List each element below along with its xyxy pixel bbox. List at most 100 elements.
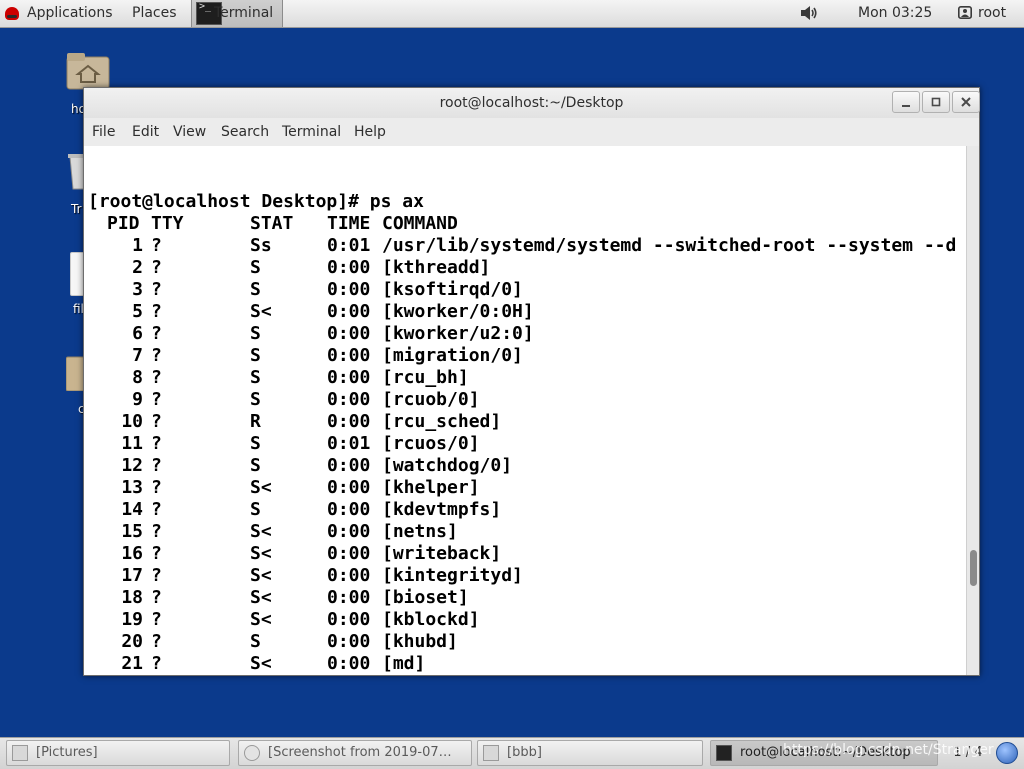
process-command: [bioset] [382, 587, 469, 608]
redhat-logo-icon[interactable] [5, 7, 19, 20]
process-pid: 8 [132, 367, 143, 388]
process-tty: ? [151, 257, 162, 278]
process-time: 0:00 [327, 411, 371, 432]
title-bar[interactable]: root@localhost:~/Desktop [84, 88, 980, 118]
process-command: [kworker/0:0H] [382, 301, 534, 322]
process-pid: 21 [121, 653, 143, 674]
process-tty: ? [151, 565, 162, 586]
taskbar-item-pictures[interactable]: [Pictures] [6, 740, 230, 766]
process-pid: 20 [121, 631, 143, 652]
process-pid: 2 [132, 257, 143, 278]
process-command: [kworker/u2:0] [382, 323, 534, 344]
image-viewer-icon [244, 745, 260, 761]
menu-file[interactable]: File [92, 118, 115, 146]
places-menu[interactable]: Places [132, 0, 177, 27]
scrollbar-thumb[interactable] [970, 550, 977, 586]
window-icon [12, 745, 28, 761]
process-time: 0:00 [327, 257, 371, 278]
process-command: [md] [382, 653, 426, 674]
process-tty: ? [151, 609, 162, 630]
active-window-indicator[interactable]: Terminal [191, 0, 283, 27]
process-stat: S< [250, 477, 272, 498]
watermark: https://blog.csdn.net/Stranger [783, 742, 994, 758]
process-stat: S [250, 257, 261, 278]
maximize-button[interactable] [922, 91, 950, 113]
terminal-icon [716, 745, 732, 761]
menu-view[interactable]: View [173, 118, 206, 146]
menu-help[interactable]: Help [354, 118, 386, 146]
process-stat: S< [250, 609, 272, 630]
process-time: 0:00 [327, 367, 371, 388]
process-tty: ? [151, 389, 162, 410]
process-command: [rcu_bh] [382, 367, 469, 388]
taskbar-item-bbb[interactable]: [bbb] [477, 740, 703, 766]
process-pid: 13 [121, 477, 143, 498]
process-tty: ? [151, 521, 162, 542]
process-stat: S< [250, 301, 272, 322]
maximize-icon [931, 97, 941, 107]
minimize-icon [902, 105, 910, 107]
process-time: 0:01 [327, 433, 371, 454]
menu-search[interactable]: Search [221, 118, 269, 146]
volume-icon[interactable] [800, 5, 818, 21]
process-tty: ? [151, 279, 162, 300]
applications-menu[interactable]: Applications [27, 0, 113, 27]
process-time: 0:00 [327, 279, 371, 300]
terminal-output[interactable]: [root@localhost Desktop]# ps ax PID TTY … [84, 146, 966, 675]
process-stat: S< [250, 521, 272, 542]
process-time: 0:00 [327, 455, 371, 476]
process-tty: ? [151, 455, 162, 476]
process-command: [kdevtmpfs] [382, 499, 502, 520]
process-tty: ? [151, 499, 162, 520]
process-pid: 19 [121, 609, 143, 630]
process-stat: S< [250, 565, 272, 586]
process-pid: 14 [121, 499, 143, 520]
terminal-window: root@localhost:~/Desktop File Edit View … [83, 87, 980, 676]
user-menu[interactable]: root [978, 0, 1006, 27]
process-time: 0:00 [327, 389, 371, 410]
process-stat: S [250, 631, 261, 652]
process-command: [rcuob/0] [382, 389, 480, 410]
process-pid: 15 [121, 521, 143, 542]
process-tty: ? [151, 631, 162, 652]
taskbar-item-screenshot[interactable]: [Screenshot from 2019-07… [238, 740, 472, 766]
process-command: [kintegrityd] [382, 565, 523, 586]
process-time: 0:00 [327, 301, 371, 322]
process-time: 0:00 [327, 499, 371, 520]
process-pid: 18 [121, 587, 143, 608]
process-pid: 10 [121, 411, 143, 432]
process-command: /usr/lib/systemd/systemd --switched-root… [382, 235, 957, 256]
clock[interactable]: Mon 03:25 [858, 0, 932, 27]
process-pid: 7 [132, 345, 143, 366]
command-prompt: [root@localhost Desktop]# ps ax [88, 191, 424, 212]
process-time: 0:00 [327, 323, 371, 344]
workspace-switcher-icon[interactable] [996, 742, 1018, 764]
process-pid: 17 [121, 565, 143, 586]
process-pid: 6 [132, 323, 143, 344]
process-stat: S [250, 367, 261, 388]
process-stat: R [250, 411, 261, 432]
menu-edit[interactable]: Edit [132, 118, 159, 146]
process-stat: S< [250, 587, 272, 608]
desktop-label-trash: Tr [71, 202, 82, 216]
home-folder-icon[interactable] [66, 52, 110, 90]
top-panel: Applications Places Terminal Mon 03:25 r… [0, 0, 1024, 28]
process-pid: 16 [121, 543, 143, 564]
process-stat: S [250, 455, 261, 476]
process-time: 0:00 [327, 587, 371, 608]
process-tty: ? [151, 433, 162, 454]
process-stat: Ss [250, 235, 272, 256]
taskbar-label: [Screenshot from 2019-07… [268, 745, 452, 760]
process-tty: ? [151, 477, 162, 498]
minimize-button[interactable] [892, 91, 920, 113]
process-time: 0:00 [327, 521, 371, 542]
scrollbar[interactable] [966, 146, 979, 675]
process-time: 0:00 [327, 543, 371, 564]
process-pid: 12 [121, 455, 143, 476]
menu-terminal[interactable]: Terminal [282, 118, 341, 146]
process-command: [khelper] [382, 477, 480, 498]
process-tty: ? [151, 653, 162, 674]
process-pid: 9 [132, 389, 143, 410]
close-button[interactable] [952, 91, 980, 113]
process-tty: ? [151, 411, 162, 432]
